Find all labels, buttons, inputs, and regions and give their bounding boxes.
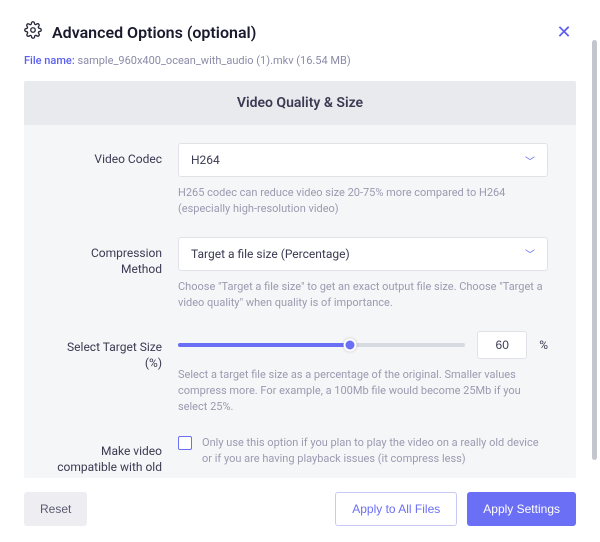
compat-help: Only use this option if you plan to play… [202,435,548,467]
compression-method-value: Target a file size (Percentage) [191,247,350,261]
modal-title: Advanced Options (optional) [52,23,256,42]
compat-label: Make video compatible with old devices? [52,435,162,478]
file-name-row: File name: sample_960x400_ocean_with_aud… [24,54,576,67]
scrollbar[interactable] [592,40,597,460]
video-codec-label: Video Codec [52,143,162,217]
modal-footer: Reset Apply to All Files Apply Settings [24,492,576,526]
percent-symbol: % [539,338,548,352]
compat-checkbox[interactable] [178,436,192,450]
gear-icon [24,21,42,43]
compression-method-row: Compression Method Target a file size (P… [52,237,548,311]
compat-row: Make video compatible with old devices? … [52,435,548,478]
compression-method-select[interactable]: Target a file size (Percentage) ﹀ [178,237,548,271]
target-size-slider[interactable] [178,343,465,347]
target-size-input[interactable] [477,331,527,359]
compression-method-help: Choose "Target a file size" to get an ex… [178,279,548,311]
modal-header: Advanced Options (optional) ✕ [24,20,576,44]
apply-all-button[interactable]: Apply to All Files [335,492,457,526]
file-name-label: File name: [24,54,77,67]
card-body: Video Codec H264 ﹀ H265 codec can reduce… [24,125,576,478]
slider-thumb[interactable] [344,338,357,351]
chevron-down-icon: ﹀ [525,153,535,168]
target-size-help: Select a target file size as a percentag… [178,367,548,415]
video-codec-row: Video Codec H264 ﹀ H265 codec can reduce… [52,143,548,217]
card-title: Video Quality & Size [24,81,576,125]
reset-button[interactable]: Reset [24,492,87,526]
close-icon: ✕ [556,22,571,43]
apply-settings-button[interactable]: Apply Settings [467,492,576,526]
header-left: Advanced Options (optional) [24,21,256,43]
video-codec-value: H264 [191,153,220,167]
advanced-options-modal: Advanced Options (optional) ✕ File name:… [0,0,600,542]
chevron-down-icon: ﹀ [525,246,535,261]
slider-fill [178,343,350,347]
close-button[interactable]: ✕ [552,20,576,44]
video-codec-help: H265 codec can reduce video size 20-75% … [178,185,548,217]
target-size-label: Select Target Size (%) [52,331,162,415]
compression-method-label: Compression Method [52,237,162,311]
file-name-value: sample_960x400_ocean_with_audio (1).mkv … [77,54,350,67]
settings-card: Video Quality & Size Video Codec H264 ﹀ … [24,81,576,478]
target-size-row: Select Target Size (%) % Select a target… [52,331,548,415]
video-codec-select[interactable]: H264 ﹀ [178,143,548,177]
